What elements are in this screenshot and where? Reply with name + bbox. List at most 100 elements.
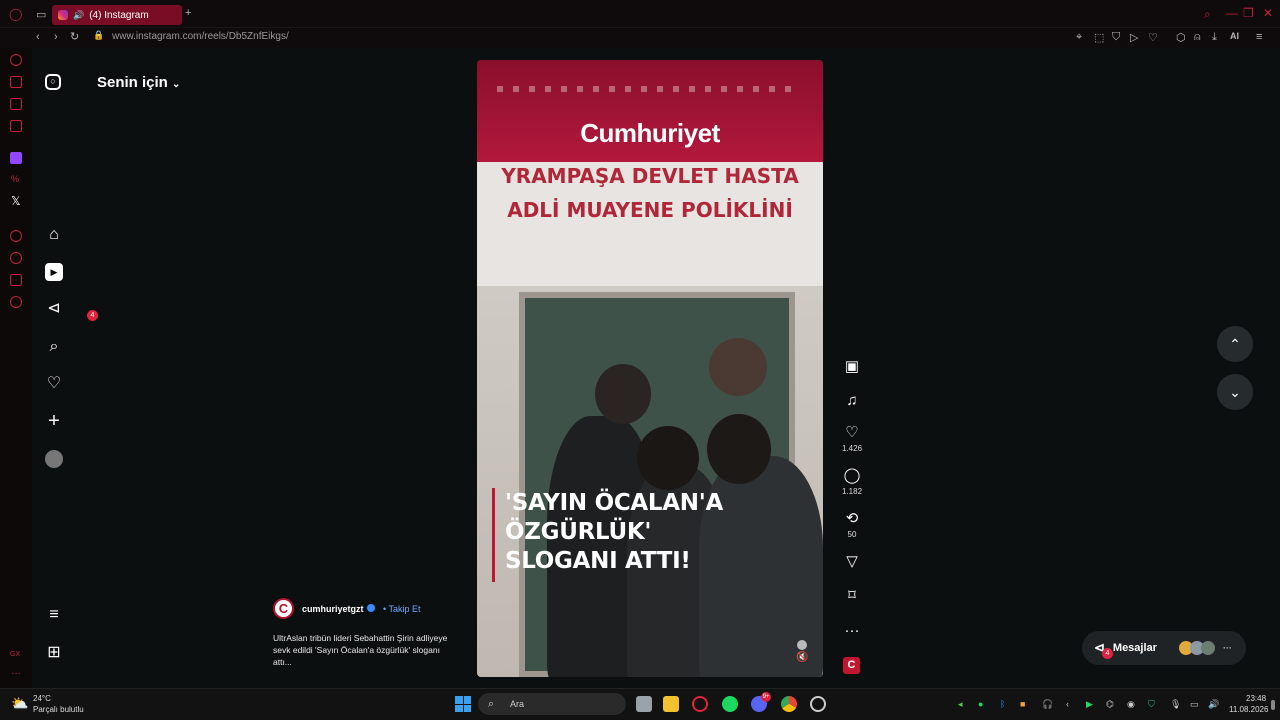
messages-label: Mesajlar [1112,642,1157,654]
author-username[interactable]: cumhuriyetgzt [302,604,364,614]
store-icon[interactable] [10,76,22,88]
chevron-down-icon: ⌄ [172,79,181,90]
volume-icon[interactable]: 🔊 [1208,699,1219,710]
history-icon[interactable] [10,252,22,264]
opera-menu-icon[interactable]: ◯ [9,7,22,21]
refresh-icon[interactable] [10,54,22,66]
meta-apps-icon[interactable]: ⊞ [45,644,63,662]
settings-icon[interactable] [10,296,22,308]
extensions-rail-icon[interactable] [10,274,22,286]
tray-app-icon[interactable]: ■ [1020,699,1025,709]
profile-icon[interactable]: ⍝ [1194,31,1201,44]
network-icon[interactable]: ▭ [1190,699,1199,710]
file-explorer-icon[interactable] [663,696,679,712]
tray-steam-icon[interactable]: ⌬ [1106,699,1114,710]
tray-chevron-icon[interactable]: ‹ [1066,699,1069,709]
minimize-button[interactable]: — [1226,6,1238,20]
author-avatar[interactable]: C [273,598,294,619]
reel-caption[interactable]: UltrAslan tribün lideri Sebahattin Şirin… [273,632,448,668]
mute-icon[interactable]: 🔇 [796,652,808,663]
direct-icon[interactable]: ⊲ [45,300,63,318]
forward-icon[interactable]: › [54,31,58,43]
taskbar-search[interactable]: ⌕ Ara [478,693,626,715]
audio-source-avatar[interactable]: C [843,657,860,674]
gx-icon[interactable]: GX [10,651,20,658]
messages-badge: 4 [1102,648,1113,659]
more-menu-icon[interactable]: ≡ [45,606,63,624]
save-button[interactable]: ⌑ [842,587,862,605]
twitch-icon[interactable] [10,152,22,164]
steam-icon[interactable] [810,696,826,712]
extensions-icon[interactable]: ⬡ [1176,31,1186,44]
mail-icon[interactable] [10,120,22,132]
more-options-button[interactable]: ··· [842,622,862,640]
pin-icon[interactable]: ⌖ [1076,31,1082,44]
clock-time[interactable]: 23:48 [1246,694,1266,703]
spotify-icon[interactable] [722,696,738,712]
profile-avatar[interactable] [45,450,63,468]
reel-video[interactable]: Cumhuriyet YRAMPAŞA DEVLET HASTA ADLİ MU… [477,60,823,677]
back-icon[interactable]: ‹ [36,31,40,43]
close-button[interactable]: ✕ [1263,6,1273,20]
feed-selector[interactable]: Senin için ⌄ [97,74,180,91]
snapshot-icon[interactable]: ⬚ [1094,31,1104,44]
share-button[interactable]: ▽ [842,553,862,571]
heart-icon: ♡ [845,424,859,441]
bluetooth-icon[interactable]: ᛒ [1000,699,1005,709]
follow-button[interactable]: • Takip Et [383,604,421,614]
heart-icon[interactable]: ♡ [1148,31,1158,44]
like-button[interactable]: ♡ 1.426 [842,424,862,453]
tray-github-icon[interactable]: ◉ [1127,699,1135,710]
x-icon[interactable]: 𝕏 [11,194,21,208]
person-head [707,414,771,484]
more-rail-icon[interactable]: ··· [11,668,21,679]
headset-icon[interactable]: 🎧 [1042,699,1053,710]
clock-date[interactable]: 11.08.2026 [1229,705,1268,714]
speaker-icon[interactable]: 🔊 [73,10,84,21]
maximize-button[interactable]: ❐ [1243,6,1254,20]
reels-icon[interactable]: ▶ [45,263,63,281]
next-reel-button[interactable]: ⌄ [1217,374,1253,410]
home-icon[interactable]: ⌂ [45,226,63,244]
notifications-heart-icon[interactable]: ♡ [45,375,63,393]
player-icon[interactable] [10,230,22,242]
chrome-icon[interactable] [781,696,797,712]
chevron-up-icon: ⌃ [1229,336,1241,352]
weather-temperature[interactable]: 24°C [33,694,51,703]
tray-play-icon[interactable]: ▶ [1086,699,1093,710]
create-icon[interactable]: + [45,411,63,431]
task-view-icon[interactable] [636,696,652,712]
url-text[interactable]: www.instagram.com/reels/Db5ZnfEikgs/ [112,31,289,42]
tab-instagram[interactable]: 🔊 (4) Instagram [52,5,182,25]
download-icon[interactable]: ⤓ [1212,31,1217,44]
remix-button[interactable]: ▣ [842,358,862,376]
tray-spotify-icon[interactable]: ● [978,699,983,709]
new-tab-button[interactable]: + [185,7,191,19]
microphone-icon[interactable]: 🎙 [1170,699,1181,710]
audio-button[interactable]: ♫ [842,392,862,410]
weather-description[interactable]: Parçalı bulutlu [33,705,84,714]
tray-arrow-icon[interactable]: ◂ [958,699,963,710]
tray-shield-icon[interactable]: ⛉ [1148,699,1155,710]
start-button[interactable] [455,696,471,712]
audio-indicator-icon [797,640,807,650]
repost-button[interactable]: ⟲ 50 [842,510,862,539]
sign-line-2: ADLİ MUAYENE POLİKLİNİ [507,198,793,222]
weather-icon[interactable]: ⛅ [11,695,28,712]
previous-reel-button[interactable]: ⌃ [1217,326,1253,362]
comment-button[interactable]: ◯ 1.182 [842,467,862,496]
reload-icon[interactable]: ↻ [70,30,79,43]
search-icon[interactable]: ⌕ [45,338,63,356]
opera-gx-icon[interactable] [692,696,708,712]
percent-icon[interactable]: % [11,174,19,184]
play-icon[interactable]: ▷ [1130,31,1138,44]
messenger-icon[interactable] [10,98,22,110]
tab-workspaces-icon[interactable]: ▭ [36,8,46,21]
instagram-logo-icon[interactable]: ○ [45,74,61,90]
menu-icon[interactable]: ≡ [1256,31,1262,43]
ai-button[interactable]: AI [1230,31,1239,41]
search-tabs-icon[interactable]: ⌕ [1204,7,1211,22]
shield-icon[interactable]: ⛉ [1112,31,1120,44]
browser-tab-bar: ◯ ▭ 🔊 (4) Instagram + ⌕ — ❐ ✕ [0,0,1280,28]
notification-center-icon[interactable] [1271,700,1275,710]
